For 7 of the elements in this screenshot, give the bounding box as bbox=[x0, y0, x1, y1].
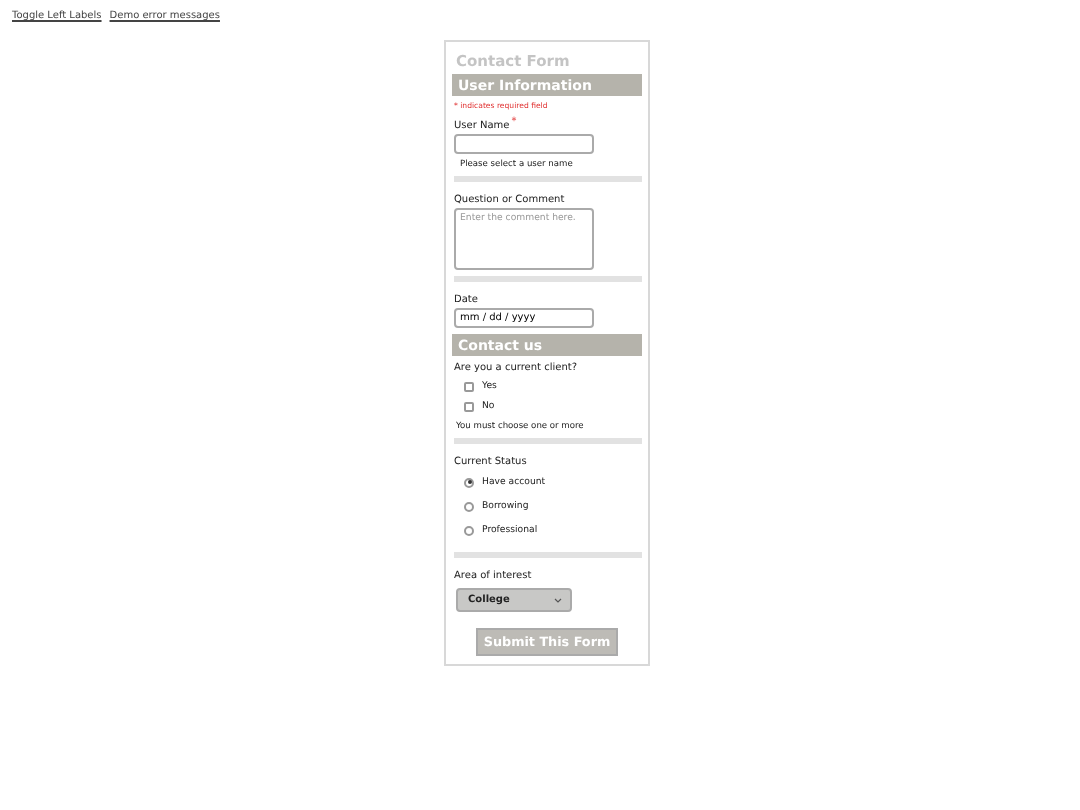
checkbox[interactable] bbox=[464, 401, 474, 411]
radio-button[interactable] bbox=[464, 525, 474, 535]
checkbox[interactable] bbox=[464, 381, 474, 391]
radio-button[interactable] bbox=[464, 501, 474, 511]
input-field[interactable] bbox=[454, 134, 594, 154]
radio-button[interactable] bbox=[464, 477, 474, 487]
caret-icon bbox=[554, 597, 562, 603]
